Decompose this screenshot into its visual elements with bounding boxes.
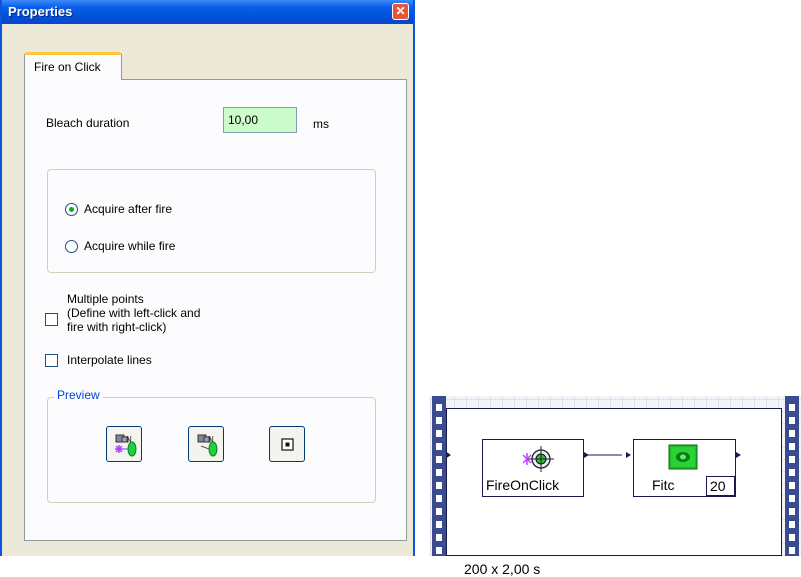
acquire-after-fire-radio[interactable]: [65, 203, 78, 216]
preview-fire-icon: N: [197, 434, 218, 457]
bleach-duration-input[interactable]: [223, 107, 297, 133]
multiple-points-label-line3: fire with right-click): [67, 320, 167, 334]
acquire-while-fire-radio[interactable]: [65, 240, 78, 253]
fitc-count-box[interactable]: 20: [706, 476, 735, 496]
close-button[interactable]: ✕: [392, 3, 409, 20]
acquire-while-fire-label: Acquire while fire: [84, 239, 176, 253]
interpolate-lines-label: Interpolate lines: [67, 353, 152, 367]
fire-target-icon: [522, 446, 554, 472]
tab-panel: Bleach duration ms Acquire after fire Ac…: [24, 79, 407, 541]
radio-selected-dot: [69, 207, 74, 212]
preview-legend: Preview: [54, 388, 103, 402]
title-bar[interactable]: Properties ✕: [2, 0, 413, 24]
bleach-unit-label: ms: [313, 117, 329, 131]
loop-label: 200 x 2,00 s: [464, 561, 541, 577]
fitc-count: 20: [710, 478, 726, 494]
tab-fire-on-click[interactable]: Fire on Click: [24, 52, 122, 80]
close-icon: ✕: [395, 4, 406, 18]
stop-square-icon: [281, 438, 294, 451]
loop-block[interactable]: FireOnClick Fitc 20 200 x 2,00 s: [446, 408, 782, 577]
multiple-points-label-line2: (Define with left-click and: [67, 306, 201, 320]
preview-fire-acquire-button[interactable]: N: [106, 426, 142, 462]
fireonclick-node[interactable]: FireOnClick: [482, 439, 584, 497]
preview-group: N N: [47, 397, 376, 503]
fireonclick-node-label: FireOnClick: [486, 477, 560, 493]
fitc-node[interactable]: Fitc 20: [633, 439, 736, 497]
multiple-points-checkbox[interactable]: [45, 313, 58, 326]
fitc-node-label: Fitc: [652, 477, 675, 493]
workflow-canvas[interactable]: FireOnClick Fitc 20 200 x 2,00 s: [430, 396, 801, 577]
preview-fire-button[interactable]: N: [188, 426, 224, 462]
film-strip-right: [785, 396, 799, 556]
interpolate-lines-checkbox[interactable]: [45, 354, 58, 367]
fitc-channel-icon: [668, 444, 698, 470]
acquire-mode-group: Acquire after fire Acquire while fire: [47, 169, 376, 273]
properties-window: Properties ✕ Fire on Click Bleach durati…: [0, 0, 415, 556]
window-title: Properties: [8, 4, 73, 19]
preview-stop-button[interactable]: [269, 426, 305, 462]
multiple-points-label-line1: Multiple points: [67, 292, 144, 306]
bleach-duration-label: Bleach duration: [46, 116, 130, 130]
acquire-after-fire-label: Acquire after fire: [84, 202, 173, 216]
tab-label: Fire on Click: [34, 60, 101, 74]
preview-fire-acquire-icon: N: [115, 434, 137, 457]
multiple-points-label: Multiple points (Define with left-click …: [67, 292, 267, 334]
film-strip-left: [432, 396, 446, 556]
